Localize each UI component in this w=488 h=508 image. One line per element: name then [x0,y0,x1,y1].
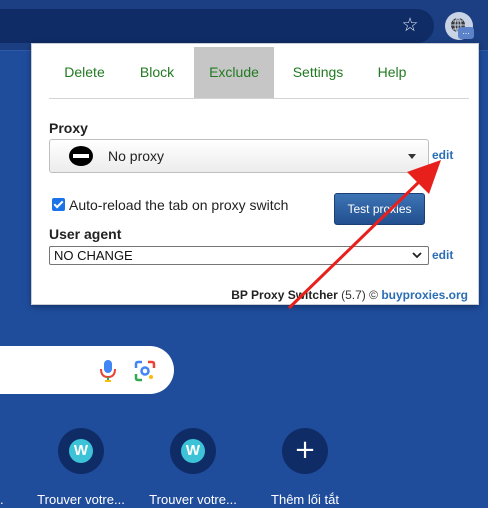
tab-delete[interactable]: Delete [49,47,120,98]
star-icon[interactable]: ☆ [398,13,422,37]
user-agent-value: NO CHANGE [54,248,133,263]
proxy-edit-link[interactable]: edit [432,148,453,162]
footer-site-link[interactable]: buyproxies.org [381,288,468,302]
proxy-label: Proxy [49,120,88,136]
tab-block[interactable]: Block [120,47,194,98]
w-logo-icon: W [69,439,93,463]
auto-reload-label[interactable]: Auto-reload the tab on proxy switch [69,196,288,214]
no-proxy-icon [69,146,93,166]
shortcut-icon-container: W [58,428,104,474]
extension-badge: ... [458,27,474,39]
tab-help[interactable]: Help [362,47,422,98]
footer-version: (5.7) [341,288,366,302]
plus-icon: + [294,435,316,465]
shortcut-label: Thêm lối tắt [271,492,339,507]
user-agent-label: User agent [49,226,122,242]
user-agent-dropdown[interactable]: NO CHANGE [49,246,429,265]
caret-down-icon [408,154,416,159]
chevron-down-icon [412,252,422,259]
footer-brand: BP Proxy Switcher [231,288,338,302]
google-lens-icon[interactable] [134,360,156,382]
popup-footer: BP Proxy Switcher (5.7) © buyproxies.org [231,288,468,302]
popup-tab-bar: Delete Block Exclude Settings Help [49,47,469,99]
tab-exclude[interactable]: Exclude [194,47,274,98]
add-shortcut-tile[interactable]: + Thêm lối tắt [250,428,360,508]
shortcut-icon-container: + [282,428,328,474]
tab-settings[interactable]: Settings [274,47,362,98]
shortcut-icon-container: W [170,428,216,474]
footer-copyright: © [369,288,378,302]
shortcut-tile-2[interactable]: W Trouver votre... [138,428,248,508]
mic-icon[interactable] [99,359,117,383]
shortcut-label: Trouver votre... [149,492,237,507]
test-proxies-button[interactable]: Test proxies [334,193,425,225]
proxy-dropdown-value: No proxy [108,148,165,164]
shortcut-tile-1[interactable]: W Trouver votre... [26,428,136,508]
shortcut-label: Trouver votre... [37,492,125,507]
partial-shortcut-label: . [0,492,4,507]
proxy-switcher-popup: Delete Block Exclude Settings Help Proxy… [31,43,479,305]
address-bar[interactable] [0,9,434,43]
auto-reload-checkbox[interactable] [52,198,65,211]
proxy-dropdown[interactable]: No proxy [49,139,429,173]
user-agent-edit-link[interactable]: edit [432,248,453,262]
w-logo-icon: W [181,439,205,463]
